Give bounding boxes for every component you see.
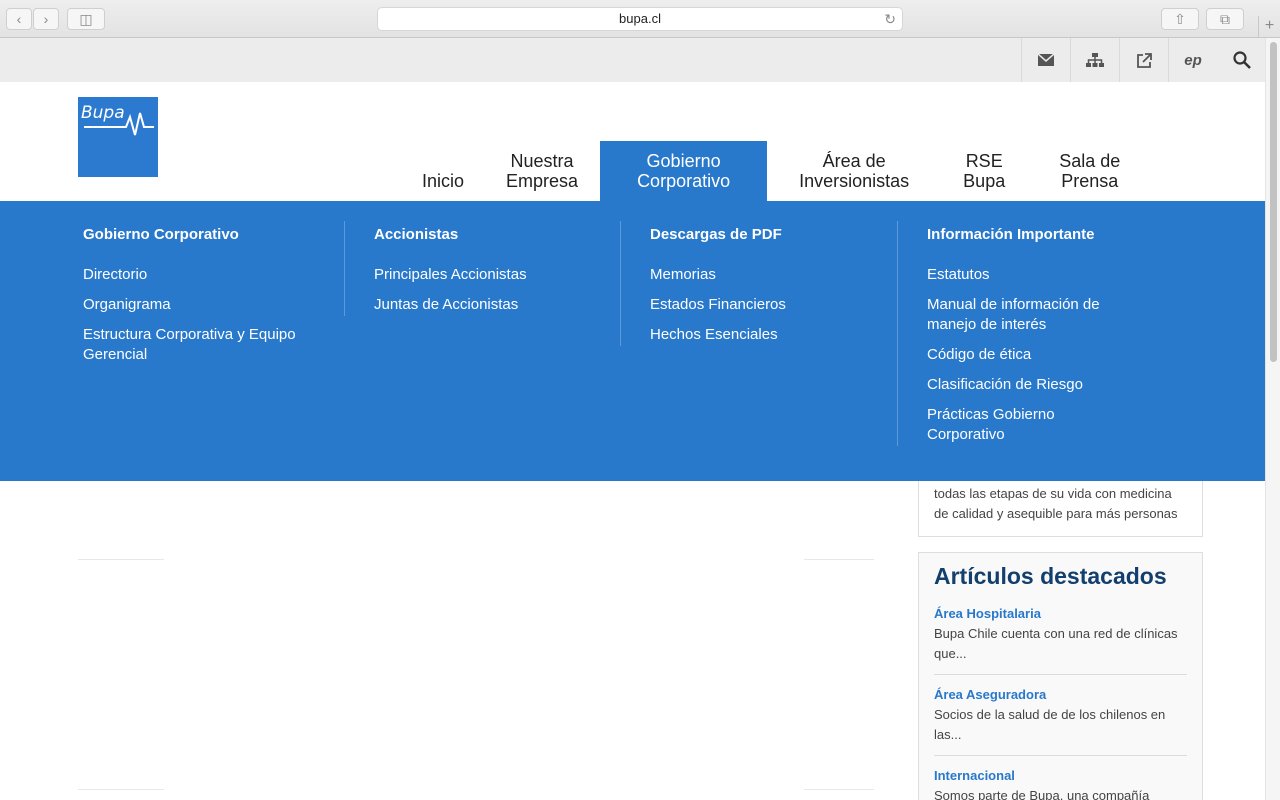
nav-sala-de-prensa[interactable]: Sala de Prensa bbox=[1035, 141, 1142, 201]
plus-icon: + bbox=[1264, 17, 1275, 34]
menu-link-juntas-accionistas[interactable]: Juntas de Accionistas bbox=[374, 295, 604, 315]
share-icon: ⇧ bbox=[1174, 10, 1186, 27]
featured-title: Artículos destacados bbox=[934, 563, 1167, 589]
article-excerpt: Bupa Chile cuenta con una red de clínica… bbox=[934, 626, 1178, 661]
chevron-right-icon: › bbox=[43, 11, 49, 27]
ep-icon: ep bbox=[1184, 51, 1202, 69]
menu-column-title[interactable]: Descargas de PDF bbox=[650, 221, 880, 249]
scrollbar-thumb[interactable] bbox=[1270, 42, 1277, 362]
search-icon bbox=[1232, 51, 1251, 69]
menu-link-estructura[interactable]: Estructura Corporativa y Equipo Gerencia… bbox=[83, 325, 323, 365]
menu-column-title[interactable]: Información Importante bbox=[927, 221, 1117, 249]
back-button[interactable]: ‹ bbox=[6, 8, 32, 30]
article-excerpt: Somos parte de Bupa, una compañía bbox=[934, 788, 1150, 800]
menu-column-title[interactable]: Gobierno Corporativo bbox=[83, 221, 323, 249]
nav-inicio[interactable]: Inicio bbox=[405, 141, 484, 201]
mail-button[interactable] bbox=[1021, 38, 1070, 82]
heartbeat-icon bbox=[84, 112, 154, 136]
article-excerpt: Socios de la salud de de los chilenos en… bbox=[934, 707, 1166, 742]
menu-link-principales-accionistas[interactable]: Principales Accionistas bbox=[374, 265, 604, 285]
nav-gobierno-corporativo[interactable]: Gobierno Corporativo bbox=[600, 141, 768, 201]
search-button[interactable] bbox=[1217, 38, 1266, 82]
reload-icon[interactable]: ↻ bbox=[884, 8, 896, 30]
utility-bar: ep bbox=[0, 38, 1265, 82]
menu-link-clasificacion-riesgo[interactable]: Clasificación de Riesgo bbox=[927, 375, 1117, 395]
nav-nuestra-empresa[interactable]: Nuestra Empresa bbox=[484, 141, 600, 201]
external-link-icon bbox=[1136, 52, 1152, 68]
menu-column-informacion: Información Importante Estatutos Manual … bbox=[927, 221, 1117, 455]
divider bbox=[78, 789, 164, 790]
nav-label: Sala de Prensa bbox=[1059, 151, 1121, 191]
article-link[interactable]: Internacional bbox=[934, 766, 1187, 786]
sidebar-icon: ◫ bbox=[79, 10, 93, 27]
nav-label: Nuestra Empresa bbox=[506, 151, 579, 191]
tabs-icon: ⧉ bbox=[1220, 10, 1230, 27]
menu-link-memorias[interactable]: Memorias bbox=[650, 265, 880, 285]
column-divider bbox=[897, 221, 898, 446]
menu-link-hechos-esenciales[interactable]: Hechos Esenciales bbox=[650, 325, 880, 345]
page-scrollbar[interactable] bbox=[1265, 38, 1280, 800]
column-divider bbox=[344, 221, 345, 316]
sitemap-icon bbox=[1086, 53, 1104, 67]
menu-column-gobierno: Gobierno Corporativo Directorio Organigr… bbox=[83, 221, 323, 375]
menu-link-organigrama[interactable]: Organigrama bbox=[83, 295, 323, 315]
article-item: Área Hospitalaria Bupa Chile cuenta con … bbox=[934, 604, 1187, 675]
nav-rse-bupa[interactable]: RSE Bupa bbox=[931, 141, 1035, 201]
divider bbox=[78, 559, 164, 560]
browser-toolbar: ‹ › ◫ bupa.cl ↻ ⇧ ⧉ + bbox=[0, 0, 1280, 38]
featured-articles-panel: Artículos destacados Área Hospitalaria B… bbox=[918, 552, 1203, 800]
menu-column-title[interactable]: Accionistas bbox=[374, 221, 604, 249]
url-text: bupa.cl bbox=[619, 11, 661, 26]
address-bar[interactable]: bupa.cl ↻ bbox=[377, 7, 903, 31]
menu-link-estados-financieros[interactable]: Estados Financieros bbox=[650, 295, 880, 315]
menu-link-codigo-etica[interactable]: Código de ética bbox=[927, 345, 1117, 365]
nav-label: Gobierno Corporativo bbox=[637, 151, 731, 191]
new-tab-button[interactable]: + bbox=[1258, 16, 1280, 38]
article-link[interactable]: Área Hospitalaria bbox=[934, 604, 1187, 624]
tabs-button[interactable]: ⧉ bbox=[1206, 8, 1244, 30]
column-divider bbox=[620, 221, 621, 346]
nav-area-inversionistas[interactable]: Área de Inversionistas bbox=[767, 141, 931, 201]
menu-link-directorio[interactable]: Directorio bbox=[83, 265, 323, 285]
mega-menu: Gobierno Corporativo Directorio Organigr… bbox=[0, 201, 1265, 481]
menu-column-accionistas: Accionistas Principales Accionistas Junt… bbox=[374, 221, 604, 325]
ep-button[interactable]: ep bbox=[1168, 38, 1217, 82]
divider bbox=[804, 789, 874, 790]
mail-icon bbox=[1038, 54, 1054, 66]
menu-link-estatutos[interactable]: Estatutos bbox=[927, 265, 1117, 285]
intro-text: todas las etapas de su vida con medicina… bbox=[934, 486, 1178, 521]
main-nav: Inicio Nuestra Empresa Gobierno Corporativ… bbox=[405, 141, 1142, 201]
sitemap-button[interactable] bbox=[1070, 38, 1119, 82]
share-button[interactable]: ⇧ bbox=[1161, 8, 1199, 30]
nav-label: Inicio bbox=[422, 171, 465, 191]
intro-box: todas las etapas de su vida con medicina… bbox=[918, 480, 1203, 537]
menu-link-practicas-gobierno[interactable]: Prácticas Gobierno Corporativo bbox=[927, 405, 1117, 445]
nav-label: Área de Inversionistas bbox=[799, 151, 910, 191]
forward-button[interactable]: › bbox=[33, 8, 59, 30]
article-item: Internacional Somos parte de Bupa, una c… bbox=[934, 766, 1187, 800]
chevron-left-icon: ‹ bbox=[16, 11, 22, 27]
sidebar-toggle-button[interactable]: ◫ bbox=[67, 8, 105, 30]
nav-label: RSE Bupa bbox=[963, 151, 1006, 191]
divider bbox=[804, 559, 874, 560]
menu-column-pdf: Descargas de PDF Memorias Estados Financ… bbox=[650, 221, 880, 355]
external-link-button[interactable] bbox=[1119, 38, 1168, 82]
menu-link-manual-informacion[interactable]: Manual de información de manejo de inter… bbox=[927, 295, 1117, 335]
article-item: Área Aseguradora Socios de la salud de d… bbox=[934, 685, 1187, 756]
article-link[interactable]: Área Aseguradora bbox=[934, 685, 1187, 705]
bupa-logo[interactable]: Bupa bbox=[78, 97, 158, 177]
